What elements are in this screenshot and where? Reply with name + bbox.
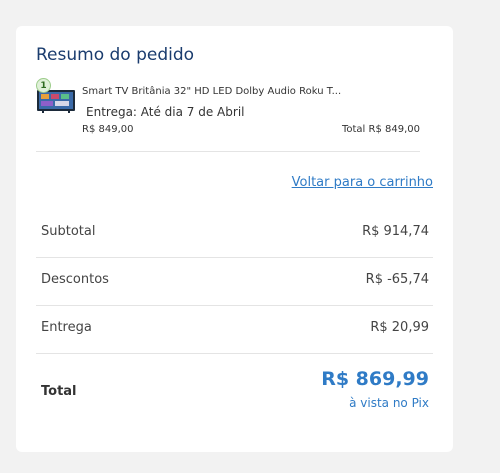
subtotal-label: Subtotal bbox=[41, 224, 96, 239]
total-value: R$ 869,99 bbox=[321, 368, 429, 390]
item-total: Total R$ 849,00 bbox=[341, 124, 420, 135]
shipping-value: R$ 20,99 bbox=[370, 320, 429, 335]
delivery-estimate: Entrega: Até dia 7 de Abril bbox=[86, 105, 245, 119]
subtotal-row: Subtotal R$ 914,74 bbox=[36, 209, 433, 258]
summary-title: Resumo do pedido bbox=[36, 45, 195, 65]
shipping-label: Entrega bbox=[41, 320, 92, 335]
unit-price: R$ 849,00 bbox=[82, 124, 134, 135]
order-summary-card: Resumo do pedido 1 Smart TV Britânia 32"… bbox=[16, 26, 453, 452]
shipping-row: Entrega R$ 20,99 bbox=[36, 305, 433, 354]
product-name: Smart TV Britânia 32" HD LED Dolby Audio… bbox=[82, 86, 342, 97]
divider bbox=[36, 151, 420, 152]
payment-note: à vista no Pix bbox=[349, 396, 429, 410]
subtotal-value: R$ 914,74 bbox=[362, 224, 429, 239]
total-label: Total bbox=[41, 384, 77, 399]
quantity-badge: 1 bbox=[36, 78, 51, 93]
back-to-cart-link[interactable]: Voltar para o carrinho bbox=[292, 175, 433, 190]
discount-label: Descontos bbox=[41, 272, 109, 287]
discount-row: Descontos R$ -65,74 bbox=[36, 257, 433, 306]
discount-value: R$ -65,74 bbox=[365, 272, 429, 287]
